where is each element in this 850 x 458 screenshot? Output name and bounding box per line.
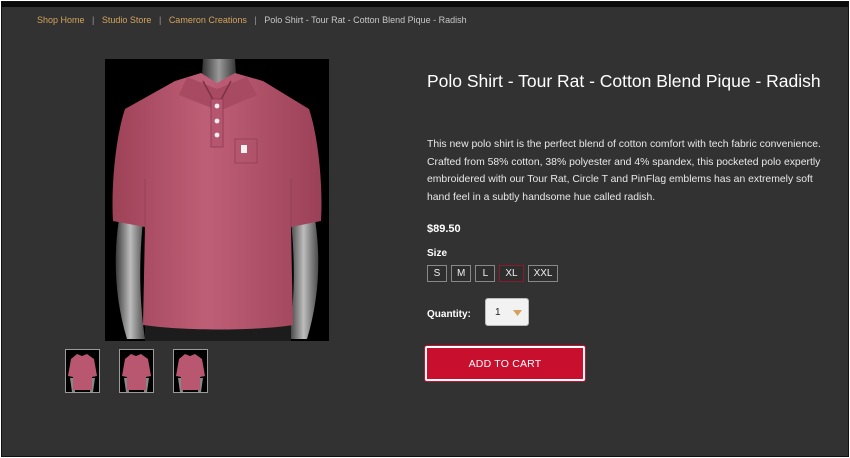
page: Shop Home | Studio Store | Cameron Creat…: [1, 1, 849, 457]
top-bar: [2, 2, 848, 7]
product-description: This new polo shirt is the perfect blend…: [427, 139, 821, 203]
product-title: Polo Shirt - Tour Rat - Cotton Blend Piq…: [427, 71, 821, 91]
size-options: S M L XL XXL: [427, 265, 559, 282]
thumbnail-1[interactable]: [65, 349, 100, 393]
size-option-xl[interactable]: XL: [499, 265, 524, 282]
thumbnail-3[interactable]: [173, 349, 208, 393]
breadcrumb-separator: |: [92, 15, 95, 25]
product-main-image[interactable]: [105, 59, 329, 341]
breadcrumb-cameron-creations[interactable]: Cameron Creations: [169, 15, 247, 25]
size-option-s[interactable]: S: [427, 265, 447, 282]
breadcrumb: Shop Home | Studio Store | Cameron Creat…: [37, 15, 467, 25]
product-price: $89.50: [427, 223, 461, 235]
quantity-label: Quantity:: [427, 309, 471, 320]
thumbnail-2[interactable]: [119, 349, 154, 393]
breadcrumb-separator: |: [158, 15, 162, 25]
breadcrumb-shop-home[interactable]: Shop Home: [37, 15, 85, 25]
size-option-m[interactable]: M: [451, 265, 472, 282]
breadcrumb-separator: |: [254, 15, 257, 25]
breadcrumb-current: Polo Shirt - Tour Rat - Cotton Blend Piq…: [264, 15, 467, 25]
quantity-value: 1: [495, 306, 501, 318]
polo-thumbnail-icon: [122, 354, 151, 392]
size-label: Size: [427, 248, 448, 259]
polo-thumbnail-icon: [68, 354, 97, 392]
add-to-cart-button[interactable]: ADD TO CART: [425, 346, 585, 381]
breadcrumb-studio-store[interactable]: Studio Store: [102, 15, 152, 25]
size-option-xxl[interactable]: XXL: [527, 265, 559, 282]
chevron-down-icon: [513, 310, 522, 316]
polo-shirt-image: [112, 59, 322, 341]
size-option-l[interactable]: L: [475, 265, 496, 282]
quantity-select[interactable]: 1: [485, 298, 529, 326]
polo-thumbnail-icon: [176, 354, 205, 392]
